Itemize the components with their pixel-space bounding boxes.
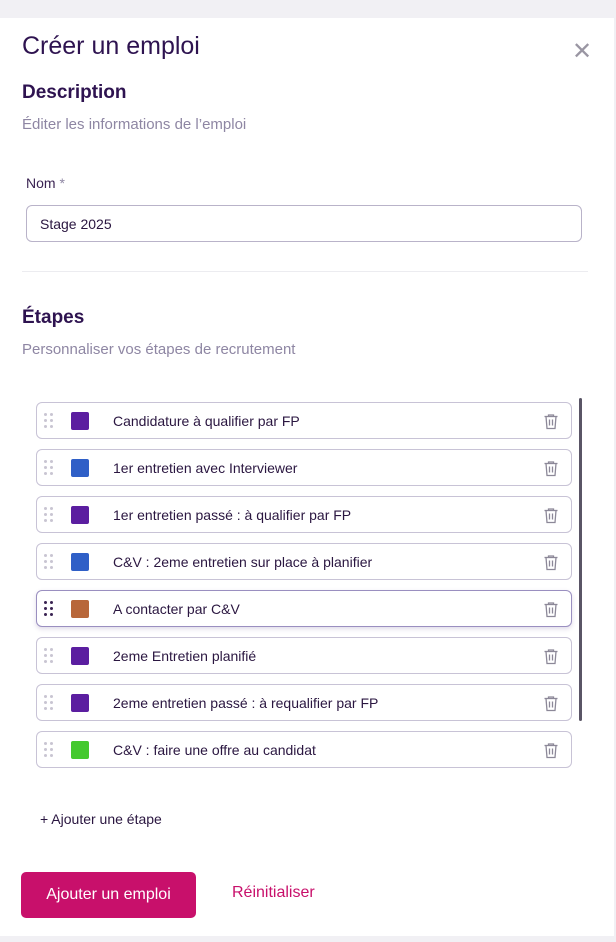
- trash-icon[interactable]: [543, 554, 559, 571]
- step-item[interactable]: 1er entretien passé : à qualifier par FP: [36, 496, 572, 533]
- trash-icon[interactable]: [543, 648, 559, 665]
- description-subheading: Éditer les informations de l’emploi: [22, 116, 247, 133]
- description-heading: Description: [22, 82, 127, 103]
- drag-handle-icon[interactable]: [44, 742, 54, 758]
- create-job-dialog: ✕ Créer un emploi Description Éditer les…: [0, 18, 614, 936]
- steps-scrollbar[interactable]: [579, 398, 582, 721]
- step-item[interactable]: C&V : 2eme entretien sur place à planifi…: [36, 543, 572, 580]
- trash-icon[interactable]: [543, 507, 559, 524]
- required-mark: *: [59, 175, 65, 191]
- name-label-text: Nom: [26, 175, 56, 191]
- step-label: 2eme Entretien planifié: [113, 648, 257, 664]
- step-item[interactable]: 2eme entretien passé : à requalifier par…: [36, 684, 572, 721]
- drag-handle-icon[interactable]: [44, 601, 54, 617]
- step-label: 1er entretien passé : à qualifier par FP: [113, 507, 352, 523]
- step-color-swatch[interactable]: [71, 506, 89, 524]
- step-label: Candidature à qualifier par FP: [113, 413, 300, 429]
- step-color-swatch[interactable]: [71, 600, 89, 618]
- step-color-swatch[interactable]: [71, 647, 89, 665]
- drag-handle-icon[interactable]: [44, 460, 54, 476]
- section-divider: [22, 271, 588, 272]
- drag-handle-icon[interactable]: [44, 554, 54, 570]
- trash-icon[interactable]: [543, 413, 559, 430]
- trash-icon[interactable]: [543, 695, 559, 712]
- step-label: C&V : 2eme entretien sur place à planifi…: [113, 554, 373, 570]
- step-item[interactable]: A contacter par C&V: [36, 590, 572, 627]
- steps-list: Candidature à qualifier par FP 1er entret…: [36, 402, 572, 778]
- step-label: 1er entretien avec Interviewer: [113, 460, 298, 476]
- step-color-swatch[interactable]: [71, 694, 89, 712]
- drag-handle-icon[interactable]: [44, 648, 54, 664]
- step-item[interactable]: Candidature à qualifier par FP: [36, 402, 572, 439]
- drag-handle-icon[interactable]: [44, 413, 54, 429]
- step-color-swatch[interactable]: [71, 412, 89, 430]
- close-icon[interactable]: ✕: [570, 40, 594, 64]
- drag-handle-icon[interactable]: [44, 695, 54, 711]
- name-field-label: Nom *: [26, 175, 65, 191]
- drag-handle-icon[interactable]: [44, 507, 54, 523]
- step-color-swatch[interactable]: [71, 741, 89, 759]
- dialog-title: Créer un emploi: [22, 32, 200, 60]
- add-step-button[interactable]: + Ajouter une étape: [40, 811, 162, 827]
- step-item[interactable]: C&V : faire une offre au candidat: [36, 731, 572, 768]
- trash-icon[interactable]: [543, 742, 559, 759]
- step-color-swatch[interactable]: [71, 459, 89, 477]
- trash-icon[interactable]: [543, 601, 559, 618]
- step-label: A contacter par C&V: [113, 601, 240, 617]
- step-item[interactable]: 1er entretien avec Interviewer: [36, 449, 572, 486]
- add-job-button[interactable]: Ajouter un emploi: [21, 872, 196, 918]
- steps-subheading: Personnaliser vos étapes de recrutement: [22, 341, 296, 358]
- step-label: C&V : faire une offre au candidat: [113, 742, 316, 758]
- step-color-swatch[interactable]: [71, 553, 89, 571]
- trash-icon[interactable]: [543, 460, 559, 477]
- step-label: 2eme entretien passé : à requalifier par…: [113, 695, 379, 711]
- name-input[interactable]: [26, 205, 582, 242]
- steps-heading: Étapes: [22, 307, 85, 328]
- step-item[interactable]: 2eme Entretien planifié: [36, 637, 572, 674]
- reset-button[interactable]: Réinitialiser: [232, 884, 315, 902]
